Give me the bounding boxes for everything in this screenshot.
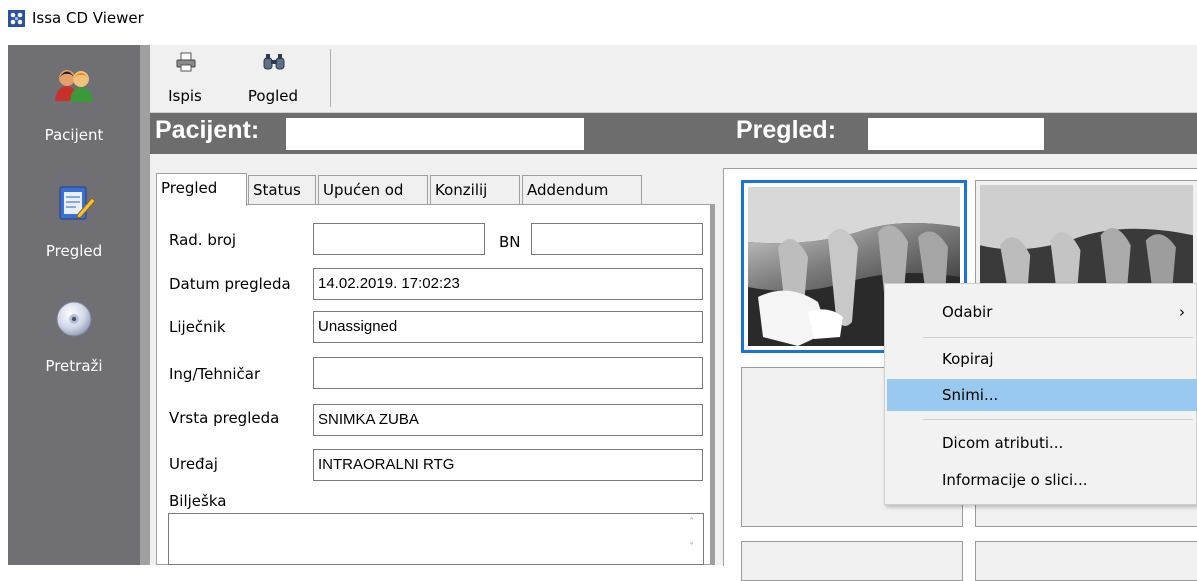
menu-item-snimi[interactable]: Snimi... <box>887 379 1197 411</box>
title-bar: Issa CD Viewer <box>0 0 1197 38</box>
menu-item-label: Odabir <box>942 303 993 321</box>
patient-label: Pacijent: <box>155 116 260 144</box>
examination-notepad-icon <box>59 186 96 220</box>
cd-disc-icon <box>56 301 92 337</box>
menu-item-label: Snimi... <box>942 386 999 404</box>
patient-info-bar: Pacijent: Pregled: <box>150 113 1197 154</box>
tab-konzilij[interactable]: Konzilij <box>430 175 520 205</box>
patient-name-redacted <box>286 118 584 150</box>
vrsta-field[interactable]: SNIMKA ZUBA <box>313 404 703 436</box>
tab-label: Pregled <box>161 179 218 197</box>
tab-label: Konzilij <box>435 181 488 199</box>
uredaj-label: Uređaj <box>169 455 218 473</box>
exam-label: Pregled: <box>736 116 837 144</box>
window-title: Issa CD Viewer <box>32 9 144 27</box>
menu-item-informacije[interactable]: Informacije o slici... <box>887 464 1197 496</box>
toolbar: Ispis Pogled <box>150 45 1197 113</box>
menu-item-label: Dicom atributi... <box>942 434 1064 452</box>
sidebar-item-label: Pacijent <box>44 126 104 144</box>
empty-thumbnail-slot[interactable] <box>741 541 963 581</box>
tab-pregled[interactable]: Pregled <box>156 173 247 206</box>
tehnicar-field[interactable] <box>313 357 703 389</box>
menu-separator <box>923 419 1193 420</box>
scroll-down-icon[interactable]: ˅ <box>689 542 694 553</box>
tab-label: Status <box>253 181 301 199</box>
exam-name-redacted <box>868 118 1044 150</box>
tab-label: Addendum <box>527 181 609 199</box>
lijecnik-label: Liječnik <box>169 318 226 336</box>
patients-icon <box>55 70 93 102</box>
sidebar-item-pretrazi[interactable]: Pretraži <box>8 295 140 395</box>
app-logo-icon <box>8 10 25 27</box>
printer-icon <box>176 52 196 72</box>
toolbar-separator <box>330 49 331 107</box>
tab-status[interactable]: Status <box>248 175 316 205</box>
exam-form: Rad. broj BN Datum pregleda 14.02.2019. … <box>156 204 715 565</box>
context-menu: Odabir › Kopiraj Snimi... Dicom atributi… <box>884 283 1197 505</box>
empty-thumbnail-slot[interactable] <box>975 541 1197 581</box>
sidebar-item-label: Pretraži <box>45 357 103 375</box>
print-label: Ispis <box>168 87 202 105</box>
submenu-arrow-icon: › <box>1179 303 1185 321</box>
menu-item-label: Kopiraj <box>942 350 994 368</box>
rad-broj-field[interactable] <box>313 223 485 255</box>
datum-field[interactable]: 14.02.2019. 17:02:23 <box>313 268 703 300</box>
splitter[interactable] <box>140 45 150 565</box>
vrsta-label: Vrsta pregleda <box>169 409 280 427</box>
datum-label: Datum pregleda <box>169 275 291 293</box>
sidebar-item-pacijent[interactable]: Pacijent <box>8 45 140 145</box>
sidebar: Pacijent Pregled Pretraži <box>8 45 140 565</box>
binoculars-icon <box>263 54 285 70</box>
menu-item-label: Informacije o slici... <box>942 471 1088 489</box>
tab-addendum[interactable]: Addendum <box>522 175 642 205</box>
tab-label: Upućen od <box>323 181 404 199</box>
view-button[interactable]: Pogled <box>240 45 306 111</box>
sidebar-item-label: Pregled <box>45 242 103 260</box>
rad-broj-label: Rad. broj <box>169 231 237 249</box>
textarea-scrollbar[interactable]: ˄ ˅ <box>685 514 703 564</box>
bn-label: BN <box>499 233 521 251</box>
menu-item-kopiraj[interactable]: Kopiraj <box>887 343 1197 375</box>
tehnicar-label: Ing/Tehničar <box>169 365 261 383</box>
bn-field[interactable] <box>531 223 703 255</box>
menu-separator <box>923 337 1193 338</box>
uredaj-field[interactable]: INTRAORALNI RTG <box>313 449 703 481</box>
sidebar-item-pregled[interactable]: Pregled <box>8 165 140 265</box>
menu-item-odabir[interactable]: Odabir › <box>887 296 1197 328</box>
biljeska-textarea[interactable]: ˄ ˅ <box>168 513 704 565</box>
view-label: Pogled <box>247 87 299 105</box>
print-button[interactable]: Ispis <box>162 45 208 111</box>
biljeska-label: Bilješka <box>169 492 227 510</box>
lijecnik-field[interactable]: Unassigned <box>313 311 703 343</box>
panel-edge <box>710 205 714 564</box>
scroll-up-icon[interactable]: ˄ <box>689 517 694 528</box>
tab-upucen-od[interactable]: Upućen od <box>318 175 428 205</box>
menu-item-dicom-atributi[interactable]: Dicom atributi... <box>887 427 1197 459</box>
